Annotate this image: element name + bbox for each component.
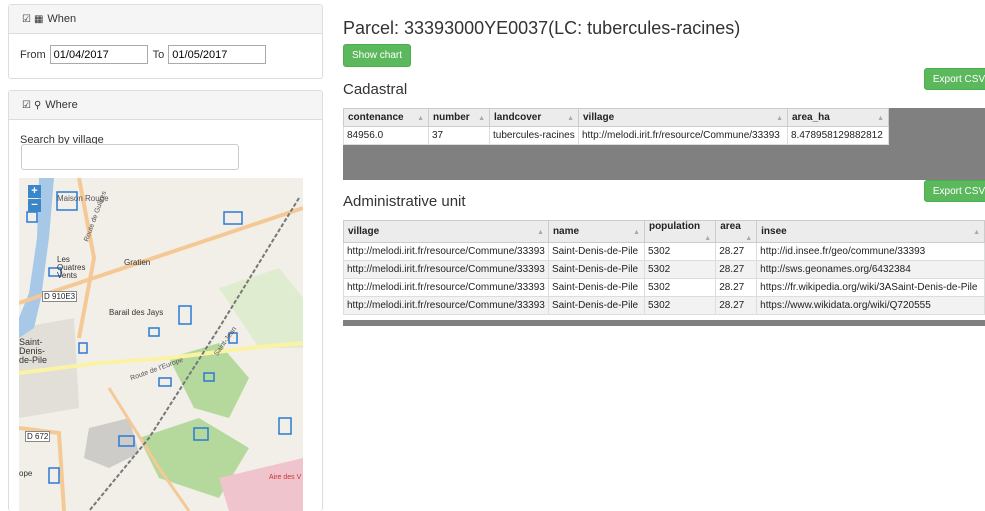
table-cell: Saint-Denis-de-Pile	[547, 296, 645, 315]
table-cell[interactable]: https://fr.wikipedia.org/wiki/3ASaint-De…	[756, 278, 985, 297]
sort-icon[interactable]: ▲	[776, 115, 783, 122]
zoom-in-button[interactable]: +	[28, 185, 41, 198]
sort-icon[interactable]: ▲	[478, 115, 485, 122]
to-date-input[interactable]	[168, 45, 267, 64]
table-cell: Saint-Denis-de-Pile	[547, 260, 645, 279]
table-cell: 5302	[643, 296, 717, 315]
from-date-input[interactable]	[49, 45, 148, 64]
sort-icon[interactable]: ▲	[745, 235, 752, 242]
map-label: Aire des V	[269, 474, 302, 481]
when-heading: When	[47, 13, 77, 25]
column-header[interactable]: contenance ▲	[343, 108, 429, 127]
column-header[interactable]: insee ▲	[756, 220, 985, 243]
column-header[interactable]: village ▲	[578, 108, 788, 127]
zoom-out-button[interactable]: −	[28, 199, 41, 212]
where-panel-header[interactable]: ☑ ⚲ Where	[9, 91, 322, 120]
sort-icon[interactable]: ▲	[704, 235, 711, 242]
sort-icon[interactable]: ▲	[417, 115, 424, 122]
table-cell: 28.27	[715, 260, 758, 279]
table-scrollbar[interactable]	[343, 320, 985, 326]
map-label: D 910E3	[42, 291, 78, 302]
table-cell: http://melodi.irit.fr/resource/Commune/3…	[578, 126, 788, 145]
where-heading: Where	[45, 99, 78, 111]
table-cell: 28.27	[715, 278, 758, 297]
column-header[interactable]: population ▲	[643, 220, 717, 243]
table-row: http://melodi.irit.fr/resource/Commune/3…	[343, 278, 985, 297]
column-header[interactable]: number ▲	[428, 108, 490, 127]
from-label: From	[20, 48, 46, 61]
table-cell: Saint-Denis-de-Pile	[547, 278, 645, 297]
table-row: http://melodi.irit.fr/resource/Commune/3…	[343, 242, 985, 261]
table-cell[interactable]: http://id.insee.fr/geo/commune/33393	[756, 242, 985, 261]
table-cell: Saint-Denis-de-Pile	[547, 242, 645, 261]
search-village-input[interactable]	[21, 144, 239, 170]
column-header[interactable]: village ▲	[343, 220, 549, 243]
table-cell: 5302	[643, 242, 717, 261]
table-cell: 37	[428, 126, 490, 145]
sort-icon[interactable]: ▲	[537, 229, 544, 236]
export-csv-cadastral-button[interactable]: Export CSV	[924, 68, 985, 90]
cadastral-table-wrap: contenance ▲ number ▲ landcover ▲ village ▲ …	[343, 108, 985, 180]
admin-table: village ▲ name ▲ population ▲ area ▲ insee ▲ …	[343, 220, 985, 315]
sort-icon[interactable]: ▲	[973, 229, 980, 236]
map-marker-icon: ⚲	[33, 99, 42, 111]
table-cell: 5302	[643, 260, 717, 279]
table-header-row: village ▲ name ▲ population ▲ area ▲ insee ▲	[343, 220, 985, 243]
where-panel: ☑ ⚲ Where Search by village + − Maison R…	[8, 90, 323, 511]
table-row: 84956.0 37 tubercules-racines http://mel…	[343, 126, 889, 145]
column-header[interactable]: area_ha ▲	[787, 108, 889, 127]
cadastral-table: contenance ▲ number ▲ landcover ▲ village ▲ …	[343, 108, 889, 145]
checkbox-checked-icon[interactable]: ☑	[22, 100, 31, 111]
table-cell: http://melodi.irit.fr/resource/Commune/3…	[343, 242, 549, 261]
page-title: Parcel: 33393000YE0037(LC: tubercules-ra…	[343, 18, 741, 38]
table-cell: tubercules-racines	[489, 126, 579, 145]
sort-icon[interactable]: ▲	[567, 115, 574, 122]
map-label: ope	[19, 469, 33, 478]
column-header[interactable]: landcover ▲	[489, 108, 579, 127]
map-label: D 672	[25, 431, 51, 442]
date-range-row: From To	[20, 45, 271, 64]
checkbox-checked-icon[interactable]: ☑	[22, 14, 31, 25]
to-label: To	[152, 48, 165, 61]
map-view[interactable]: + − Maison Rouge Les Quatres Vents Grati…	[19, 178, 303, 511]
table-header-row: contenance ▲ number ▲ landcover ▲ village ▲ …	[343, 108, 889, 127]
sort-icon[interactable]: ▲	[633, 229, 640, 236]
table-row: http://melodi.irit.fr/resource/Commune/3…	[343, 296, 985, 315]
admin-unit-heading: Administrative unit	[343, 193, 466, 210]
sort-icon[interactable]: ▲	[877, 115, 884, 122]
column-header[interactable]: area ▲	[715, 220, 758, 243]
when-panel-header[interactable]: ☑ ▦ When	[9, 5, 322, 34]
table-cell: http://melodi.irit.fr/resource/Commune/3…	[343, 296, 549, 315]
table-row: http://melodi.irit.fr/resource/Commune/3…	[343, 260, 985, 279]
calendar-icon: ▦	[33, 13, 44, 25]
show-chart-button[interactable]: Show chart	[343, 44, 411, 67]
map-label: Les Quatres Vents	[57, 255, 86, 280]
table-cell[interactable]: http://sws.geonames.org/6432384	[756, 260, 985, 279]
map-label: Barail des Jays	[109, 308, 164, 317]
table-cell: http://melodi.irit.fr/resource/Commune/3…	[343, 278, 549, 297]
admin-table-wrap: village ▲ name ▲ population ▲ area ▲ insee ▲ …	[343, 220, 985, 326]
table-cell: 84956.0	[343, 126, 429, 145]
map-label: Saint-Denis-de-Pile	[19, 337, 48, 365]
table-cell: 5302	[643, 278, 717, 297]
table-cell[interactable]: https://www.wikidata.org/wiki/Q720555	[756, 296, 985, 315]
table-cell: 8.478958129882812	[787, 126, 889, 145]
cadastral-heading: Cadastral	[343, 81, 408, 98]
table-cell: 28.27	[715, 296, 758, 315]
map-tiles	[19, 178, 303, 511]
when-panel: ☑ ▦ When From To	[8, 4, 323, 79]
table-cell: 28.27	[715, 242, 758, 261]
column-header[interactable]: name ▲	[547, 220, 645, 243]
table-cell: http://melodi.irit.fr/resource/Commune/3…	[343, 260, 549, 279]
export-csv-admin-button[interactable]: Export CSV	[924, 180, 985, 202]
map-label: Gratien	[124, 258, 151, 267]
